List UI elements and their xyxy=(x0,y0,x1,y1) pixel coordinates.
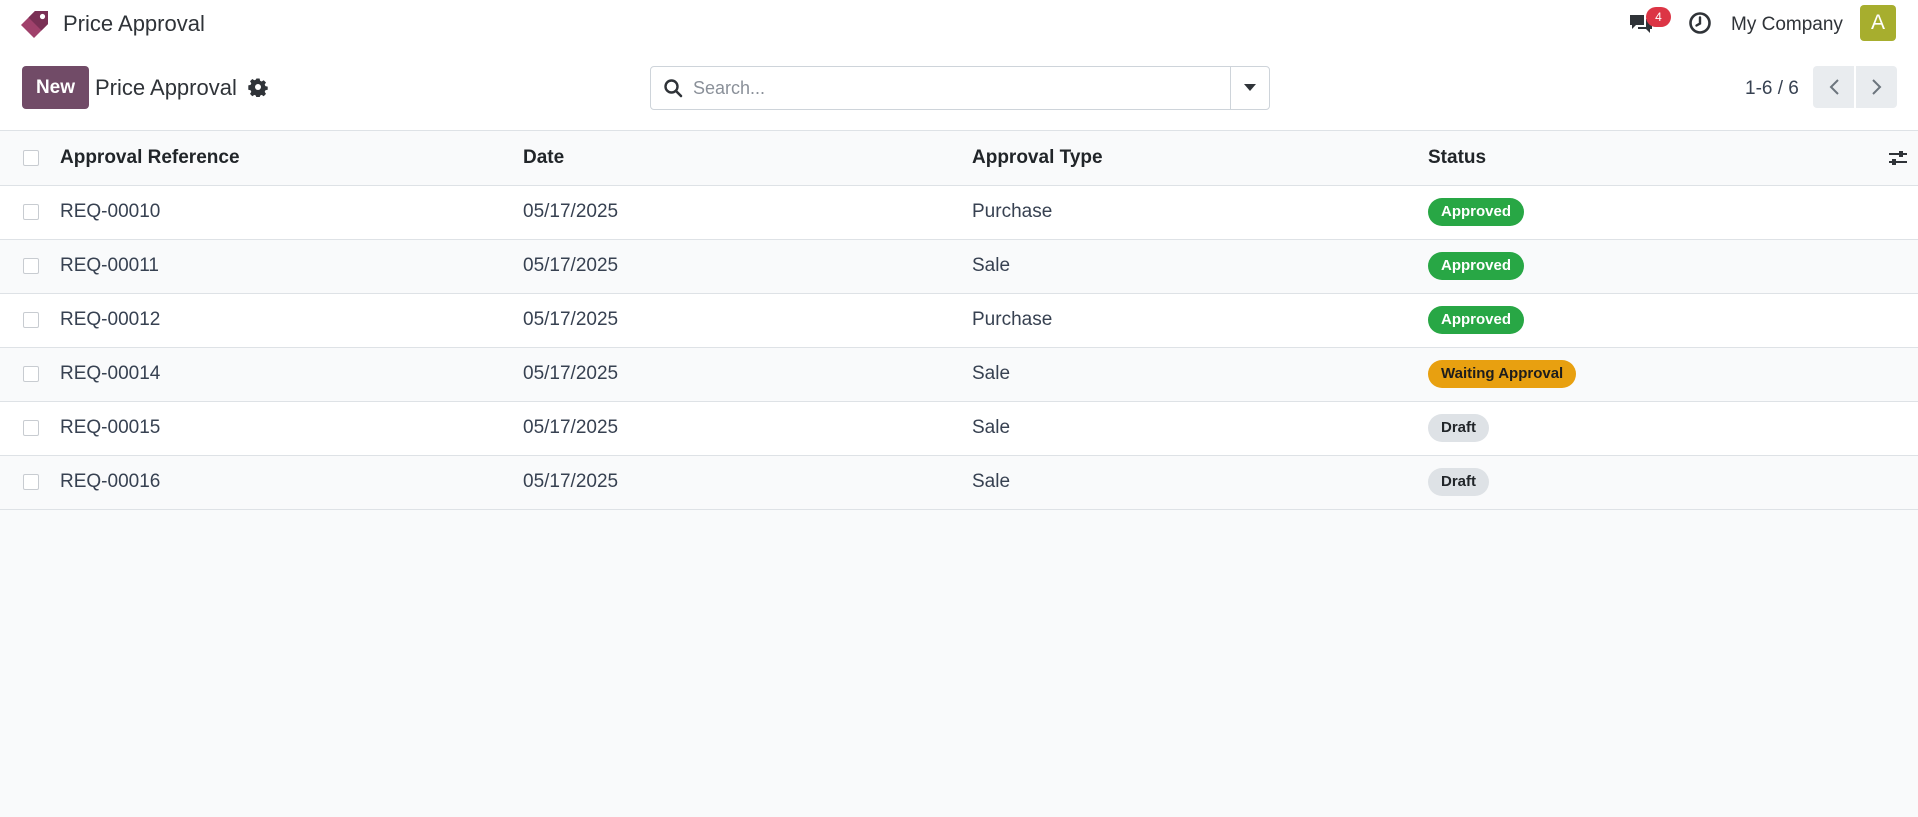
caret-down-icon xyxy=(1244,84,1256,91)
cell-date: 05/17/2025 xyxy=(523,293,972,348)
cell-approval-type: Purchase xyxy=(972,293,1428,348)
status-badge: Draft xyxy=(1428,414,1490,442)
cell-approval-reference: REQ-00016 xyxy=(60,455,523,510)
cell-approval-type: Purchase xyxy=(972,185,1428,240)
status-badge: Approved xyxy=(1428,306,1525,334)
gear-icon[interactable] xyxy=(248,77,268,97)
pager-next-button[interactable] xyxy=(1856,66,1897,108)
column-header-status[interactable]: Status xyxy=(1428,131,1878,186)
select-all-cell xyxy=(0,131,60,186)
cell-status: Draft xyxy=(1428,401,1878,456)
cell-status: Approved xyxy=(1428,185,1878,240)
approval-list-table: Approval Reference Date Approval Type St… xyxy=(0,131,1918,510)
select-all-checkbox[interactable] xyxy=(23,149,39,166)
row-checkbox[interactable] xyxy=(23,474,39,490)
cell-approval-reference: REQ-00014 xyxy=(60,347,523,402)
search-bar xyxy=(650,66,1270,110)
app-name[interactable]: Price Approval xyxy=(63,11,205,37)
cell-date: 05/17/2025 xyxy=(523,401,972,456)
breadcrumb-title: Price Approval xyxy=(95,75,237,100)
status-badge: Approved xyxy=(1428,198,1525,226)
cell-approval-reference: REQ-00010 xyxy=(60,185,523,240)
pager-value[interactable]: 1-6 / 6 xyxy=(1745,78,1799,100)
status-badge: Waiting Approval xyxy=(1428,360,1577,388)
column-header-approval-reference[interactable]: Approval Reference xyxy=(60,131,523,186)
search-options-toggle[interactable] xyxy=(1230,67,1269,109)
chevron-left-icon xyxy=(1829,79,1839,95)
cell-approval-reference: REQ-00012 xyxy=(60,293,523,348)
cell-date: 05/17/2025 xyxy=(523,455,972,510)
price-tag-icon[interactable] xyxy=(18,7,52,41)
row-checkbox[interactable] xyxy=(23,420,39,436)
column-header-approval-type[interactable]: Approval Type xyxy=(972,131,1428,186)
chevron-right-icon xyxy=(1871,79,1881,95)
table-row[interactable]: REQ-00015 05/17/2025 Sale Draft xyxy=(0,401,1918,456)
cell-approval-reference: REQ-00011 xyxy=(60,239,523,294)
cell-approval-type: Sale xyxy=(972,401,1428,456)
cell-status: Draft xyxy=(1428,455,1878,510)
cell-status: Waiting Approval xyxy=(1428,347,1878,402)
table-row[interactable]: REQ-00012 05/17/2025 Purchase Approved xyxy=(0,293,1918,348)
new-button[interactable]: New xyxy=(22,66,89,109)
status-badge: Approved xyxy=(1428,252,1525,280)
cell-approval-type: Sale xyxy=(972,455,1428,510)
top-navbar: Price Approval 4 My Company A xyxy=(0,0,1918,49)
cell-date: 05/17/2025 xyxy=(523,239,972,294)
cell-status: Approved xyxy=(1428,293,1878,348)
control-panel: New Price Approval 1-6 / 6 xyxy=(0,49,1918,131)
cell-date: 05/17/2025 xyxy=(523,185,972,240)
column-header-date[interactable]: Date xyxy=(523,131,972,186)
table-row[interactable]: REQ-00010 05/17/2025 Purchase Approved xyxy=(0,185,1918,240)
cell-date: 05/17/2025 xyxy=(523,347,972,402)
cell-approval-reference: REQ-00015 xyxy=(60,401,523,456)
table-row[interactable]: REQ-00011 05/17/2025 Sale Approved xyxy=(0,239,1918,294)
row-checkbox[interactable] xyxy=(23,312,39,328)
sliders-icon[interactable] xyxy=(1888,149,1908,167)
status-badge: Draft xyxy=(1428,468,1490,496)
cell-approval-type: Sale xyxy=(972,347,1428,402)
row-checkbox[interactable] xyxy=(23,258,39,274)
pager-previous-button[interactable] xyxy=(1813,66,1854,108)
cell-status: Approved xyxy=(1428,239,1878,294)
user-avatar[interactable]: A xyxy=(1860,5,1896,41)
table-row[interactable]: REQ-00016 05/17/2025 Sale Draft xyxy=(0,455,1918,510)
table-header-row: Approval Reference Date Approval Type St… xyxy=(0,131,1918,186)
row-checkbox[interactable] xyxy=(23,366,39,382)
company-switcher[interactable]: My Company xyxy=(1731,14,1843,36)
search-icon xyxy=(664,79,683,98)
clock-icon[interactable] xyxy=(1688,11,1712,35)
optional-columns-cell xyxy=(1878,131,1918,186)
table-row[interactable]: REQ-00014 05/17/2025 Sale Waiting Approv… xyxy=(0,347,1918,402)
messages-count-badge: 4 xyxy=(1646,7,1671,27)
search-input[interactable] xyxy=(693,68,1218,108)
cell-approval-type: Sale xyxy=(972,239,1428,294)
row-checkbox[interactable] xyxy=(23,204,39,220)
